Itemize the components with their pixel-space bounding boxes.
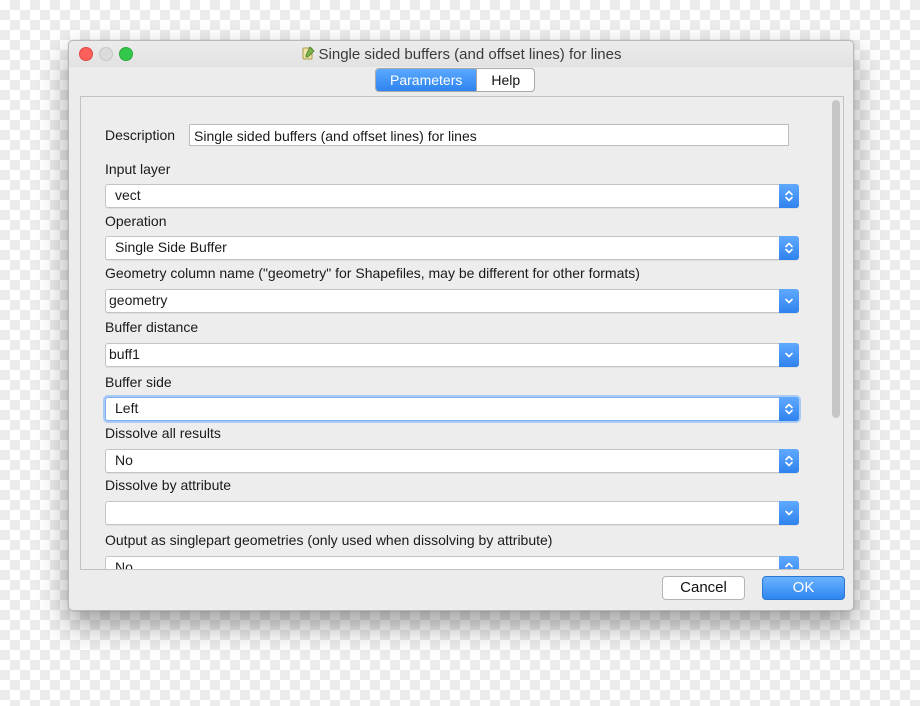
output-singlepart-select[interactable]: No: [105, 556, 799, 570]
buffer-distance-value[interactable]: buff1: [109, 346, 140, 362]
window-title-text: Single sided buffers (and offset lines) …: [318, 46, 622, 63]
geometry-column-value[interactable]: geometry: [109, 292, 167, 308]
updown-chevron-icon[interactable]: [779, 397, 799, 421]
dissolve-all-select[interactable]: No: [105, 449, 799, 473]
input-layer-select[interactable]: vect: [105, 184, 799, 208]
updown-chevron-icon[interactable]: [779, 236, 799, 260]
description-row: Description Single sided buffers (and of…: [105, 124, 789, 146]
input-layer-label: Input layer: [105, 161, 171, 177]
updown-chevron-icon[interactable]: [779, 184, 799, 208]
operation-value: Single Side Buffer: [115, 239, 227, 255]
output-singlepart-label: Output as singlepart geometries (only us…: [105, 532, 553, 548]
operation-select[interactable]: Single Side Buffer: [105, 236, 799, 260]
dissolve-all-label: Dissolve all results: [105, 425, 221, 441]
description-field[interactable]: Single sided buffers (and offset lines) …: [189, 124, 789, 146]
vertical-scrollbar[interactable]: [832, 100, 840, 418]
chevron-down-icon[interactable]: [779, 343, 799, 367]
dissolve-by-attribute-label: Dissolve by attribute: [105, 477, 232, 493]
updown-chevron-icon[interactable]: [779, 556, 799, 569]
dissolve-by-attribute-combobox[interactable]: [105, 501, 799, 525]
buffer-side-value: Left: [115, 400, 139, 416]
updown-chevron-icon[interactable]: [779, 449, 799, 473]
dialog-window: Single sided buffers (and offset lines) …: [68, 40, 854, 611]
tab-parameters[interactable]: Parameters: [376, 69, 477, 91]
cancel-button[interactable]: Cancel: [662, 576, 745, 600]
script-icon: [301, 46, 315, 60]
output-singlepart-value: No: [115, 559, 133, 570]
input-layer-value: vect: [115, 187, 141, 203]
buffer-side-select[interactable]: Left: [105, 397, 799, 421]
window-title: Single sided buffers (and offset lines) …: [69, 46, 853, 63]
operation-label: Operation: [105, 213, 167, 229]
chevron-down-icon[interactable]: [779, 289, 799, 313]
tab-help[interactable]: Help: [476, 69, 534, 91]
description-label: Description: [105, 127, 176, 143]
dissolve-all-value: No: [115, 452, 133, 468]
parameters-panel: Description Single sided buffers (and of…: [80, 96, 844, 570]
tab-bar: Parameters Help: [375, 68, 536, 92]
ok-button[interactable]: OK: [762, 576, 845, 600]
chevron-down-icon[interactable]: [779, 501, 799, 525]
buffer-side-label: Buffer side: [105, 374, 172, 390]
geometry-column-combobox[interactable]: geometry: [105, 289, 799, 313]
title-bar[interactable]: Single sided buffers (and offset lines) …: [69, 41, 853, 67]
buffer-distance-combobox[interactable]: buff1: [105, 343, 799, 367]
buffer-distance-label: Buffer distance: [105, 319, 199, 335]
geometry-column-label: Geometry column name ("geometry" for Sha…: [105, 265, 640, 281]
